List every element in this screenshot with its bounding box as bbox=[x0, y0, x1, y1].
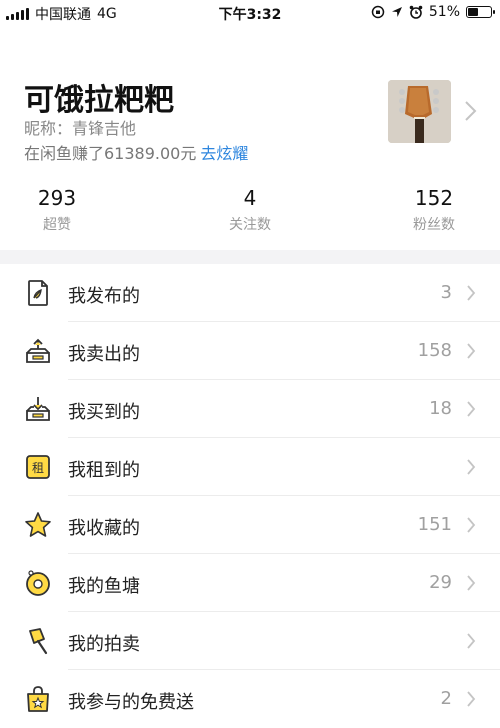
location-icon bbox=[391, 7, 402, 17]
menu-item-favorites[interactable]: 我收藏的 151 bbox=[0, 496, 500, 554]
rent-icon: 租 bbox=[26, 455, 50, 479]
menu-item-label: 我参与的免费送 bbox=[68, 692, 194, 713]
earnings-text: 在闲鱼赚了61389.00元 bbox=[24, 144, 197, 163]
chevron-right-icon[interactable] bbox=[462, 100, 478, 122]
menu-item-count: 18 bbox=[429, 398, 452, 419]
menu-item-count: 29 bbox=[429, 572, 452, 593]
stat-following-value: 4 bbox=[243, 186, 257, 210]
fish-pond-icon bbox=[26, 570, 50, 596]
orientation-lock-icon bbox=[371, 5, 385, 19]
username: 可饿拉粑粑 bbox=[24, 83, 174, 118]
menu-list: 我发布的 3 我卖出的 158 我买到的 18 租 我租到的 我收藏的 151 … bbox=[0, 264, 500, 728]
menu-item-label: 我发布的 bbox=[68, 286, 140, 307]
menu-item-count: 158 bbox=[417, 340, 452, 361]
published-doc-icon bbox=[28, 280, 48, 306]
profile-header[interactable]: 可饿拉粑粑 昵称：青锋吉他 在闲鱼赚了61389.00元 去炫耀 bbox=[0, 70, 500, 170]
menu-item-fish-pond[interactable]: 我的鱼塘 29 bbox=[0, 554, 500, 612]
chevron-right-icon bbox=[467, 343, 476, 359]
chevron-right-icon bbox=[467, 285, 476, 301]
menu-item-rented[interactable]: 租 我租到的 bbox=[0, 438, 500, 496]
menu-item-bought[interactable]: 我买到的 18 bbox=[0, 380, 500, 438]
stat-likes-value: 293 bbox=[37, 186, 77, 210]
menu-item-label: 我卖出的 bbox=[68, 344, 140, 365]
menu-item-label: 我买到的 bbox=[68, 402, 140, 423]
star-icon bbox=[25, 512, 51, 537]
chevron-right-icon bbox=[467, 401, 476, 417]
menu-item-count: 151 bbox=[417, 514, 452, 535]
chevron-right-icon bbox=[467, 691, 476, 707]
show-off-link[interactable]: 去炫耀 bbox=[200, 140, 248, 164]
menu-item-label: 我租到的 bbox=[68, 460, 140, 481]
menu-item-label: 我的拍卖 bbox=[68, 634, 140, 655]
stat-followers[interactable]: 152 粉丝数 bbox=[389, 186, 479, 234]
stat-followers-value: 152 bbox=[414, 186, 454, 210]
status-bar: 中国联通 4G 下午3:32 51% bbox=[0, 0, 500, 26]
chevron-right-icon bbox=[467, 517, 476, 533]
chevron-right-icon bbox=[467, 459, 476, 475]
free-gift-bag-icon bbox=[27, 686, 49, 712]
menu-item-count: 2 bbox=[440, 688, 452, 709]
alarm-icon bbox=[409, 5, 423, 19]
menu-item-count: 3 bbox=[440, 282, 452, 303]
stat-likes-label: 超赞 bbox=[43, 217, 71, 233]
menu-item-label: 我收藏的 bbox=[68, 518, 140, 539]
stat-following[interactable]: 4 关注数 bbox=[205, 186, 295, 234]
svg-text:租: 租 bbox=[32, 461, 44, 475]
stat-followers-label: 粉丝数 bbox=[413, 217, 455, 233]
menu-item-published[interactable]: 我发布的 3 bbox=[0, 264, 500, 322]
sold-box-icon bbox=[26, 338, 50, 363]
stat-following-label: 关注数 bbox=[229, 217, 271, 233]
section-divider bbox=[0, 250, 500, 264]
stat-likes[interactable]: 293 超赞 bbox=[12, 186, 102, 234]
auction-gavel-icon bbox=[29, 628, 48, 655]
battery-icon bbox=[466, 6, 495, 18]
menu-item-free-giveaway[interactable]: 我参与的免费送 2 bbox=[0, 670, 500, 728]
battery-percent: 51% bbox=[428, 4, 460, 20]
earnings-line: 在闲鱼赚了61389.00元 去炫耀 bbox=[24, 140, 248, 164]
menu-item-label: 我的鱼塘 bbox=[68, 576, 140, 597]
avatar[interactable] bbox=[388, 80, 451, 143]
chevron-right-icon bbox=[467, 633, 476, 649]
bought-box-icon bbox=[26, 397, 50, 421]
menu-item-sold[interactable]: 我卖出的 158 bbox=[0, 322, 500, 380]
stats-bar: 293 超赞 4 关注数 152 粉丝数 bbox=[0, 186, 500, 242]
nickname: 昵称：青锋吉他 bbox=[24, 119, 137, 138]
menu-item-auction[interactable]: 我的拍卖 bbox=[0, 612, 500, 670]
chevron-right-icon bbox=[467, 575, 476, 591]
